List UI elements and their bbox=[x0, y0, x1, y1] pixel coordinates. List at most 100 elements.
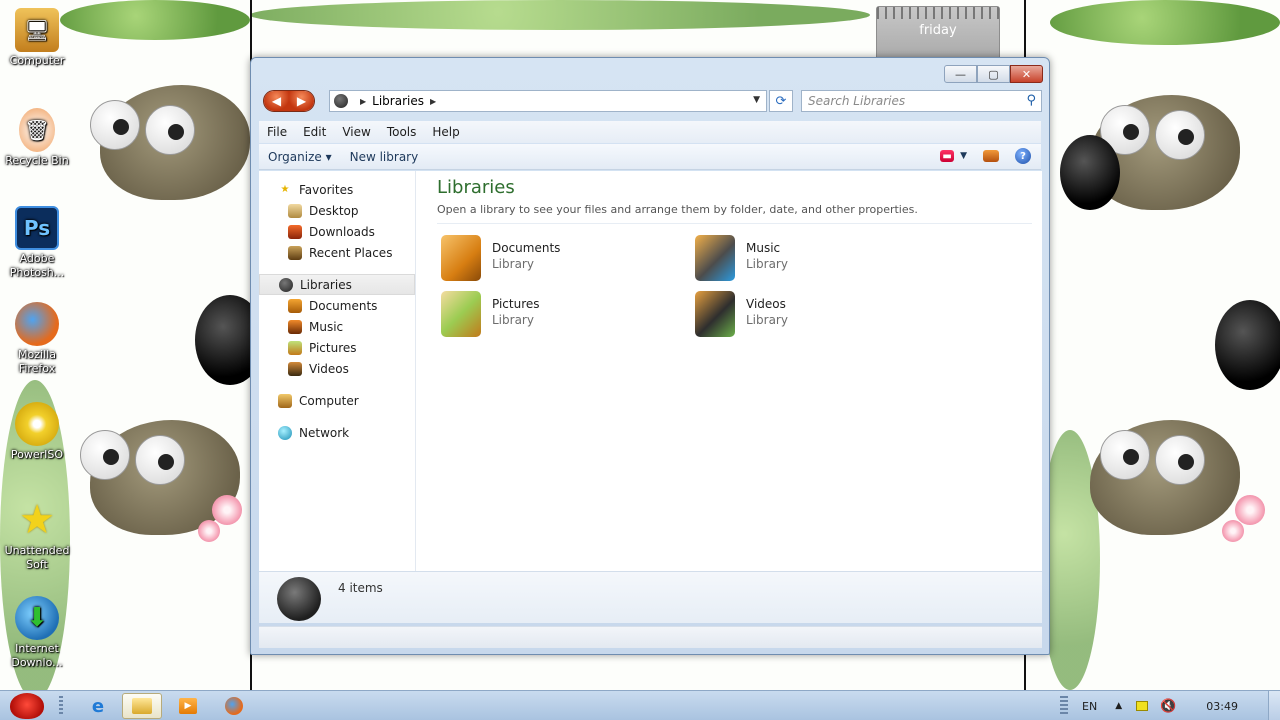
desktop-icon-internet-download-manager[interactable]: ⬇ Internet Downlo... bbox=[0, 596, 74, 670]
command-bar: Organize ▾ New library ▬ ▼ ? bbox=[259, 144, 1041, 170]
menu-view[interactable]: View bbox=[334, 125, 378, 139]
taskbar-media-player[interactable]: ▶ bbox=[168, 693, 208, 719]
maximize-button[interactable]: ▢ bbox=[977, 65, 1010, 83]
start-button[interactable] bbox=[4, 693, 50, 719]
library-music[interactable]: Music Library bbox=[693, 235, 913, 283]
nav-label: Desktop bbox=[309, 203, 359, 218]
star-icon: ★ bbox=[280, 184, 290, 195]
music-library-icon bbox=[695, 235, 735, 281]
search-input[interactable]: Search Libraries ⚲ bbox=[801, 90, 1042, 112]
library-type: Library bbox=[492, 313, 534, 327]
nav-desktop[interactable]: Desktop bbox=[259, 200, 415, 221]
media-player-icon: ▶ bbox=[179, 698, 197, 714]
library-pictures[interactable]: Pictures Library bbox=[439, 291, 659, 339]
menu-file[interactable]: File bbox=[259, 125, 295, 139]
desktop-icon-label: Recycle Bin bbox=[5, 154, 69, 167]
libraries-icon bbox=[279, 277, 293, 292]
search-icon[interactable]: ⚲ bbox=[1026, 93, 1036, 108]
desktop-icon-firefox[interactable]: Mozilla Firefox bbox=[0, 302, 74, 376]
taskbar-firefox[interactable] bbox=[214, 693, 254, 719]
menu-edit[interactable]: Edit bbox=[295, 125, 334, 139]
item-count: 4 items bbox=[338, 581, 383, 595]
downloads-icon bbox=[288, 224, 302, 239]
divider bbox=[437, 223, 1032, 224]
breadcrumb-libraries[interactable]: Libraries bbox=[372, 94, 424, 108]
desktop-icon-unattended-soft[interactable]: ★ Unattended Soft bbox=[0, 498, 74, 572]
new-library-button[interactable]: New library bbox=[341, 150, 428, 164]
chevron-down-icon: ▼ bbox=[960, 151, 967, 161]
change-view-button[interactable]: ▬ ▼ bbox=[940, 150, 967, 162]
menu-tools[interactable]: Tools bbox=[379, 125, 425, 139]
computer-icon: 🖥 bbox=[15, 8, 59, 52]
help-icon[interactable]: ? bbox=[1015, 148, 1031, 164]
tray-grip bbox=[1060, 696, 1068, 716]
nav-network[interactable]: Network bbox=[259, 422, 415, 443]
show-desktop-button[interactable] bbox=[1268, 691, 1280, 720]
firefox-icon bbox=[225, 697, 243, 715]
address-dropdown-icon[interactable]: ▼ bbox=[753, 95, 760, 105]
clock[interactable]: 03:49 bbox=[1206, 700, 1238, 713]
nav-libraries[interactable]: Libraries bbox=[259, 274, 415, 295]
back-forward-buttons: ◀ ▶ bbox=[263, 90, 315, 112]
action-center-icon[interactable] bbox=[1136, 701, 1149, 711]
nav-recent-places[interactable]: Recent Places bbox=[259, 242, 415, 263]
library-name: Videos bbox=[746, 297, 786, 311]
nav-pictures[interactable]: Pictures bbox=[259, 337, 415, 358]
preview-pane-icon[interactable] bbox=[983, 150, 999, 162]
library-name: Pictures bbox=[492, 297, 540, 311]
refresh-button[interactable]: ⟳ bbox=[769, 90, 793, 112]
desktop-icon-computer[interactable]: 🖥 Computer bbox=[0, 8, 74, 68]
library-documents[interactable]: Documents Library bbox=[439, 235, 659, 283]
forward-button[interactable]: ▶ bbox=[289, 91, 314, 111]
nav-label: Recent Places bbox=[309, 245, 393, 260]
library-type: Library bbox=[492, 257, 534, 271]
show-hidden-icons-icon[interactable]: ▲ bbox=[1115, 701, 1122, 711]
pictures-icon bbox=[288, 340, 302, 355]
firefox-icon bbox=[15, 302, 59, 346]
libraries-large-icon bbox=[277, 577, 321, 621]
close-button[interactable]: ✕ bbox=[1010, 65, 1043, 83]
nav-favorites[interactable]: ★ Favorites bbox=[259, 179, 415, 200]
breadcrumb-arrow-icon[interactable]: ▶ bbox=[430, 97, 436, 106]
photoshop-icon: Ps bbox=[15, 206, 59, 250]
pictures-library-icon bbox=[441, 291, 481, 337]
breadcrumb-arrow-icon[interactable]: ▶ bbox=[360, 97, 366, 106]
desktop-icon-label: Adobe Photosh... bbox=[9, 252, 65, 279]
nav-label: Pictures bbox=[309, 340, 357, 355]
desktop-icon-recycle-bin[interactable]: 🗑 Recycle Bin bbox=[0, 108, 74, 168]
nav-label: Libraries bbox=[300, 277, 352, 292]
library-name: Documents bbox=[492, 241, 561, 255]
view-icon: ▬ bbox=[940, 150, 955, 162]
back-button[interactable]: ◀ bbox=[264, 91, 289, 111]
desktop-icon-label: Unattended Soft bbox=[4, 544, 70, 571]
volume-muted-icon[interactable]: 🔇 bbox=[1160, 699, 1176, 714]
angry-bird-start-icon bbox=[10, 693, 44, 719]
library-videos[interactable]: Videos Library bbox=[693, 291, 913, 339]
desktop-icon-poweriso[interactable]: PowerISO bbox=[0, 402, 74, 462]
calendar-gadget[interactable]: friday bbox=[876, 6, 1000, 62]
explorer-body: ★ Favorites Desktop Downloads Recent Pla… bbox=[259, 171, 1042, 571]
address-bar[interactable]: ▶ Libraries ▶ ▼ bbox=[329, 90, 767, 112]
videos-library-icon bbox=[695, 291, 735, 337]
nav-videos[interactable]: Videos bbox=[259, 358, 415, 379]
nav-documents[interactable]: Documents bbox=[259, 295, 415, 316]
taskbar-internet-explorer[interactable]: e bbox=[78, 693, 118, 719]
nav-label: Network bbox=[299, 425, 350, 440]
nav-downloads[interactable]: Downloads bbox=[259, 221, 415, 242]
desktop-icon-photoshop[interactable]: Ps Adobe Photosh... bbox=[0, 206, 74, 280]
page-subtitle: Open a library to see your files and arr… bbox=[437, 203, 918, 216]
taskbar-windows-explorer[interactable] bbox=[122, 693, 162, 719]
organize-button[interactable]: Organize ▾ bbox=[259, 150, 341, 164]
libraries-location-icon bbox=[334, 94, 348, 108]
nav-label: Documents bbox=[309, 298, 378, 313]
language-indicator[interactable]: EN bbox=[1082, 700, 1097, 713]
nav-computer[interactable]: Computer bbox=[259, 390, 415, 411]
menu-help[interactable]: Help bbox=[424, 125, 467, 139]
desktop-icon bbox=[288, 203, 302, 218]
internet-download-icon: ⬇ bbox=[15, 596, 59, 640]
navigation-row: ◀ ▶ ▶ Libraries ▶ ▼ ⟳ Search Libraries ⚲ bbox=[261, 90, 1042, 114]
nav-music[interactable]: Music bbox=[259, 316, 415, 337]
arrow-left-icon: ◀ bbox=[271, 94, 282, 108]
minimize-button[interactable]: — bbox=[944, 65, 977, 83]
videos-icon bbox=[288, 361, 302, 376]
